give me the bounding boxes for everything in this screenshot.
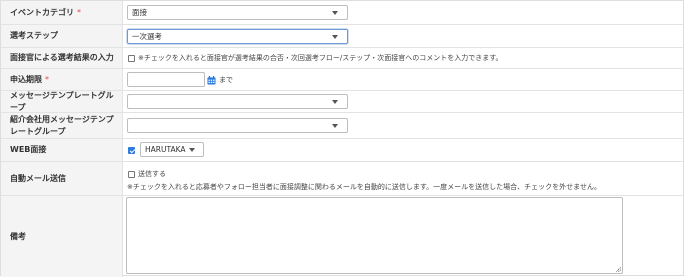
selection-step-select[interactable]: 一次選考 (127, 29, 348, 44)
agency-message-template-group-label: 紹介会社用メッセージテンプレートグループ (1, 113, 123, 138)
message-template-group-select[interactable] (127, 94, 348, 109)
interviewer-input-checkbox[interactable] (128, 55, 135, 62)
calendar-icon[interactable] (207, 76, 216, 85)
row-selection-step: 選考ステップ 一次選考 (1, 24, 683, 47)
chevron-down-icon (189, 148, 195, 152)
chevron-down-icon (332, 11, 338, 15)
remarks-textarea[interactable] (126, 197, 623, 274)
row-event-category: イベントカテゴリ * 面接 (1, 1, 683, 24)
auto-mail-checkbox[interactable] (128, 171, 135, 178)
event-category-label: イベントカテゴリ * (1, 1, 123, 24)
event-category-select[interactable]: 面接 (127, 5, 348, 20)
selection-step-label: 選考ステップ (1, 25, 123, 47)
deadline-suffix: まで (219, 76, 233, 84)
chevron-down-icon (332, 124, 338, 128)
row-deadline: 申込期限 * まで (1, 68, 683, 90)
required-mark: * (77, 7, 81, 17)
auto-mail-note: ※チェックを入れると応募者やフォロー担当者に面接調整に関わるメールを自動的に送信… (127, 183, 601, 191)
auto-mail-label: 自動メール送信 (1, 162, 123, 195)
web-interview-checkbox[interactable] (128, 147, 135, 154)
agency-message-template-group-select[interactable] (127, 118, 348, 133)
auto-mail-checkbox-label: 送信する (138, 170, 166, 178)
remarks-label: 備考 (1, 196, 123, 277)
deadline-date-input[interactable] (127, 72, 205, 87)
row-interviewer-input: 面接官による選考結果の入力 ※チェックを入れると面接官が選考結果の合否・次回選考… (1, 47, 683, 68)
row-message-template-group: メッセージテンプレートグループ (1, 90, 683, 112)
message-template-group-label: メッセージテンプレートグループ (1, 91, 123, 112)
chevron-down-icon (332, 35, 338, 39)
web-interview-label: WEB面接 (1, 139, 123, 161)
event-form: イベントカテゴリ * 面接 選考ステップ 一次選考 面接官による選考結果の入力 ※… (0, 0, 684, 277)
interviewer-input-label: 面接官による選考結果の入力 (1, 48, 123, 68)
web-interview-provider-select[interactable]: HARUTAKA (140, 142, 204, 157)
row-agency-message-template-group: 紹介会社用メッセージテンプレートグループ (1, 112, 683, 138)
required-mark: * (45, 74, 49, 84)
resize-handle-icon[interactable] (616, 267, 621, 272)
chevron-down-icon (332, 100, 338, 104)
row-auto-mail: 自動メール送信 送信する ※チェックを入れると応募者やフォロー担当者に面接調整に… (1, 161, 683, 195)
interviewer-input-description: ※チェックを入れると面接官が選考結果の合否・次回選考フロー/ステップ・次面接官へ… (138, 54, 503, 62)
row-web-interview: WEB面接 HARUTAKA (1, 138, 683, 161)
deadline-label: 申込期限 * (1, 69, 123, 90)
row-remarks: 備考 (1, 195, 683, 277)
